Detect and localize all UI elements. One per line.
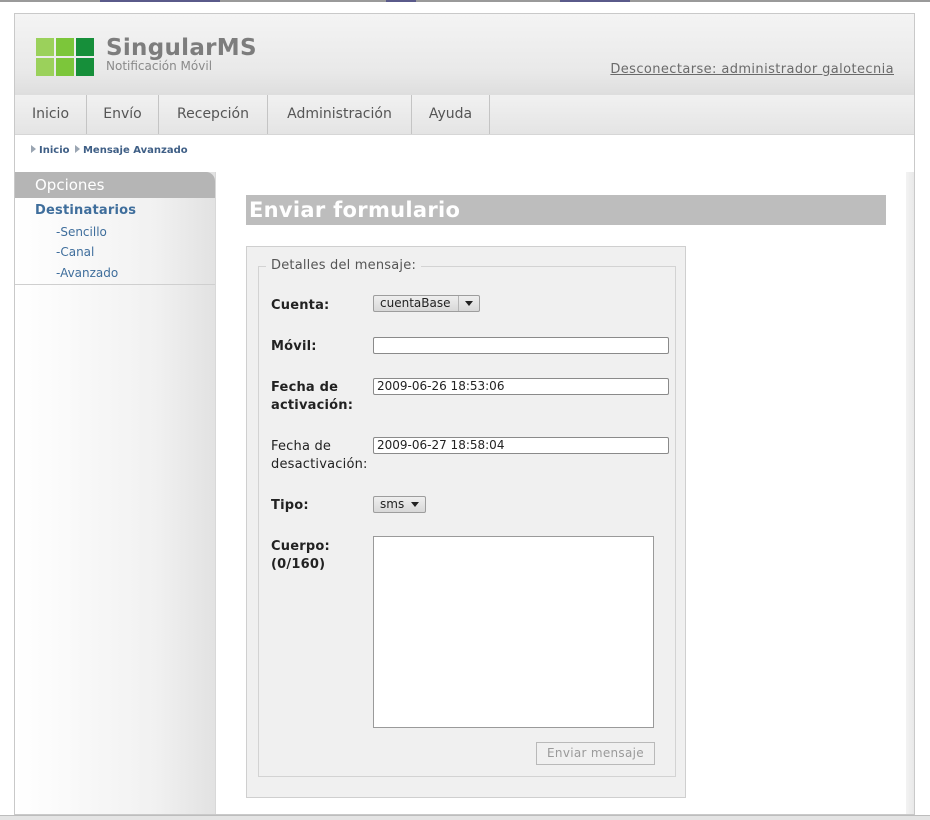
nav-item-recepcion[interactable]: Recepción [159,95,268,134]
activation-label-line2: activación: [271,398,354,413]
type-select-value: sms [380,497,405,511]
breadcrumb-current[interactable]: Mensaje Avanzado [83,145,188,156]
activation-label: Fecha de activación: [271,379,353,415]
logo-square [56,58,74,76]
link-fragment [560,0,630,2]
logo-icon [36,38,94,76]
nav-item-ayuda[interactable]: Ayuda [412,95,490,134]
account-label: Cuenta: [271,298,330,313]
browser-top-edge [0,0,930,2]
mobile-label: Móvil: [271,339,317,354]
type-label: Tipo: [271,498,309,513]
mobile-input[interactable] [373,337,669,354]
browser-bottom-edge [0,815,930,820]
send-message-button[interactable]: Enviar mensaje [536,742,655,765]
fieldset-legend: Detalles del mensaje: [266,258,422,273]
nav-item-inicio[interactable]: Inicio [15,95,87,134]
nav-item-administracion[interactable]: Administración [268,95,412,134]
logo-square [76,58,94,76]
right-gutter [906,172,914,814]
logo-square [76,38,94,56]
logo-square [56,38,74,56]
body-label: Cuerpo: (0/160) [271,538,330,574]
link-fragment [100,0,220,2]
brand-name: SingularMS [106,35,257,61]
message-details-fieldset: Detalles del mensaje: Cuenta: cuentaBase… [258,258,676,777]
main-nav: Inicio Envío Recepción Administración Ay… [15,95,914,135]
link-fragment [386,0,416,2]
activation-label-line1: Fecha de [271,380,339,395]
deactivation-date-input[interactable]: 2009-06-27 18:58:04 [373,437,669,454]
nav-item-envio[interactable]: Envío [87,95,159,134]
sidebar-group-destinatarios: Destinatarios [35,203,137,218]
account-select[interactable]: cuentaBase [373,295,480,312]
body-char-counter: (0/160) [271,557,326,572]
sidebar-title: Opciones [15,172,215,198]
logout-link[interactable]: Desconectarse: administrador galotecnia [610,62,894,77]
sidebar-divider [15,284,215,285]
type-select[interactable]: sms [373,496,426,513]
deactivation-label: Fecha de desactivación: [271,438,368,474]
sidebar-link-sencillo[interactable]: -Sencillo [56,225,107,239]
logo-square [36,58,54,76]
breadcrumb-home-link[interactable]: Inicio [39,145,70,156]
deactivation-label-line1: Fecha de [271,439,332,454]
header: SingularMS Notificación Móvil Desconecta… [15,14,914,95]
breadcrumb-arrow-icon [31,145,36,153]
form-panel: Detalles del mensaje: Cuenta: cuentaBase… [246,246,686,798]
account-select-value: cuentaBase [380,296,451,310]
sidebar: Opciones Destinatarios -Sencillo -Canal … [15,172,216,814]
deactivation-label-line2: desactivación: [271,457,368,472]
breadcrumb-arrow-icon [74,145,80,153]
logo-square [36,38,54,56]
sidebar-link-canal[interactable]: -Canal [56,245,94,259]
brand: SingularMS Notificación Móvil [106,35,257,73]
chevron-down-icon [458,296,479,311]
body-textarea[interactable] [373,536,654,728]
chevron-down-icon [405,497,425,512]
activation-date-input[interactable]: 2009-06-26 18:53:06 [373,378,669,395]
brand-tagline: Notificación Móvil [106,59,213,73]
breadcrumb: Inicio Mensaje Avanzado [31,145,188,156]
sidebar-link-avanzado[interactable]: -Avanzado [56,266,118,280]
page: SingularMS Notificación Móvil Desconecta… [14,13,915,815]
body-label-line1: Cuerpo: [271,539,330,554]
page-title: Enviar formulario [246,195,886,225]
